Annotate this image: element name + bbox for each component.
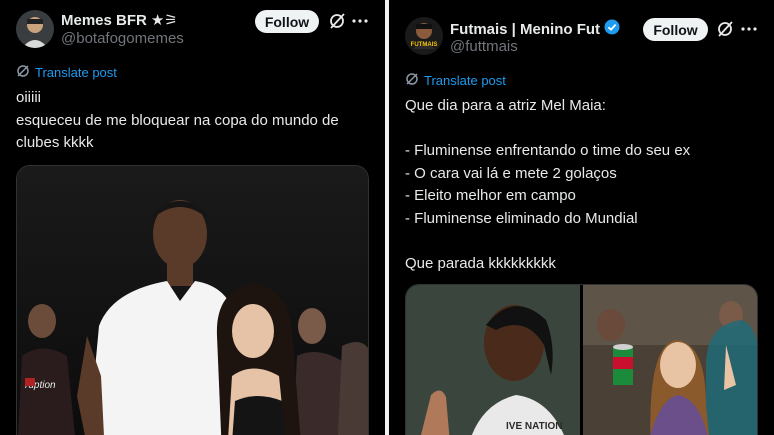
translate-post-link[interactable]: Translate post: [405, 72, 506, 89]
avatar[interactable]: [16, 10, 54, 48]
author-display-name[interactable]: Futmais | Menino Fut: [450, 21, 600, 38]
name-badges: ★⚞: [150, 12, 178, 29]
more-icon[interactable]: [350, 11, 370, 31]
grok-icon[interactable]: [715, 19, 735, 39]
player-shirt-text: IVE NATION: [506, 421, 562, 432]
follow-button[interactable]: Follow: [643, 18, 708, 41]
author-handle[interactable]: @futtmais: [450, 38, 518, 55]
post-image-fan[interactable]: [583, 285, 758, 435]
translate-label[interactable]: Translate post: [424, 73, 506, 88]
author-handle[interactable]: @botafogomemes: [61, 30, 184, 47]
post-image-grid: IVE NATION: [405, 284, 758, 435]
more-icon[interactable]: [739, 19, 759, 39]
avatar-label: FUTMAIS: [410, 42, 438, 48]
author-name-row[interactable]: Memes BFR ★⚞: [61, 11, 178, 30]
author-name-row[interactable]: Futmais | Menino Fut: [450, 19, 620, 40]
avatar[interactable]: FUTMAIS: [405, 17, 443, 55]
post-left: Memes BFR ★⚞ @botafogomemes Follow Trans…: [0, 0, 385, 435]
post-image-player[interactable]: IVE NATION: [406, 285, 580, 435]
grok-icon[interactable]: [327, 11, 347, 31]
post-text: Que dia para a atriz Mel Maia: - Flumine…: [405, 97, 691, 272]
author-display-name[interactable]: Memes BFR: [61, 12, 147, 29]
translate-post-link[interactable]: Translate post: [16, 64, 117, 81]
post-text: oiiiii esqueceu de me bloquear na copa d…: [16, 89, 339, 151]
follow-button[interactable]: Follow: [255, 10, 319, 33]
verified-icon: [604, 19, 620, 40]
post-right: FUTMAIS Futmais | Menino Fut @futtmais F…: [389, 0, 774, 435]
post-image[interactable]: ruption: [16, 165, 369, 435]
translate-icon: [405, 72, 419, 89]
translate-label[interactable]: Translate post: [35, 65, 117, 80]
translate-icon: [16, 64, 30, 81]
